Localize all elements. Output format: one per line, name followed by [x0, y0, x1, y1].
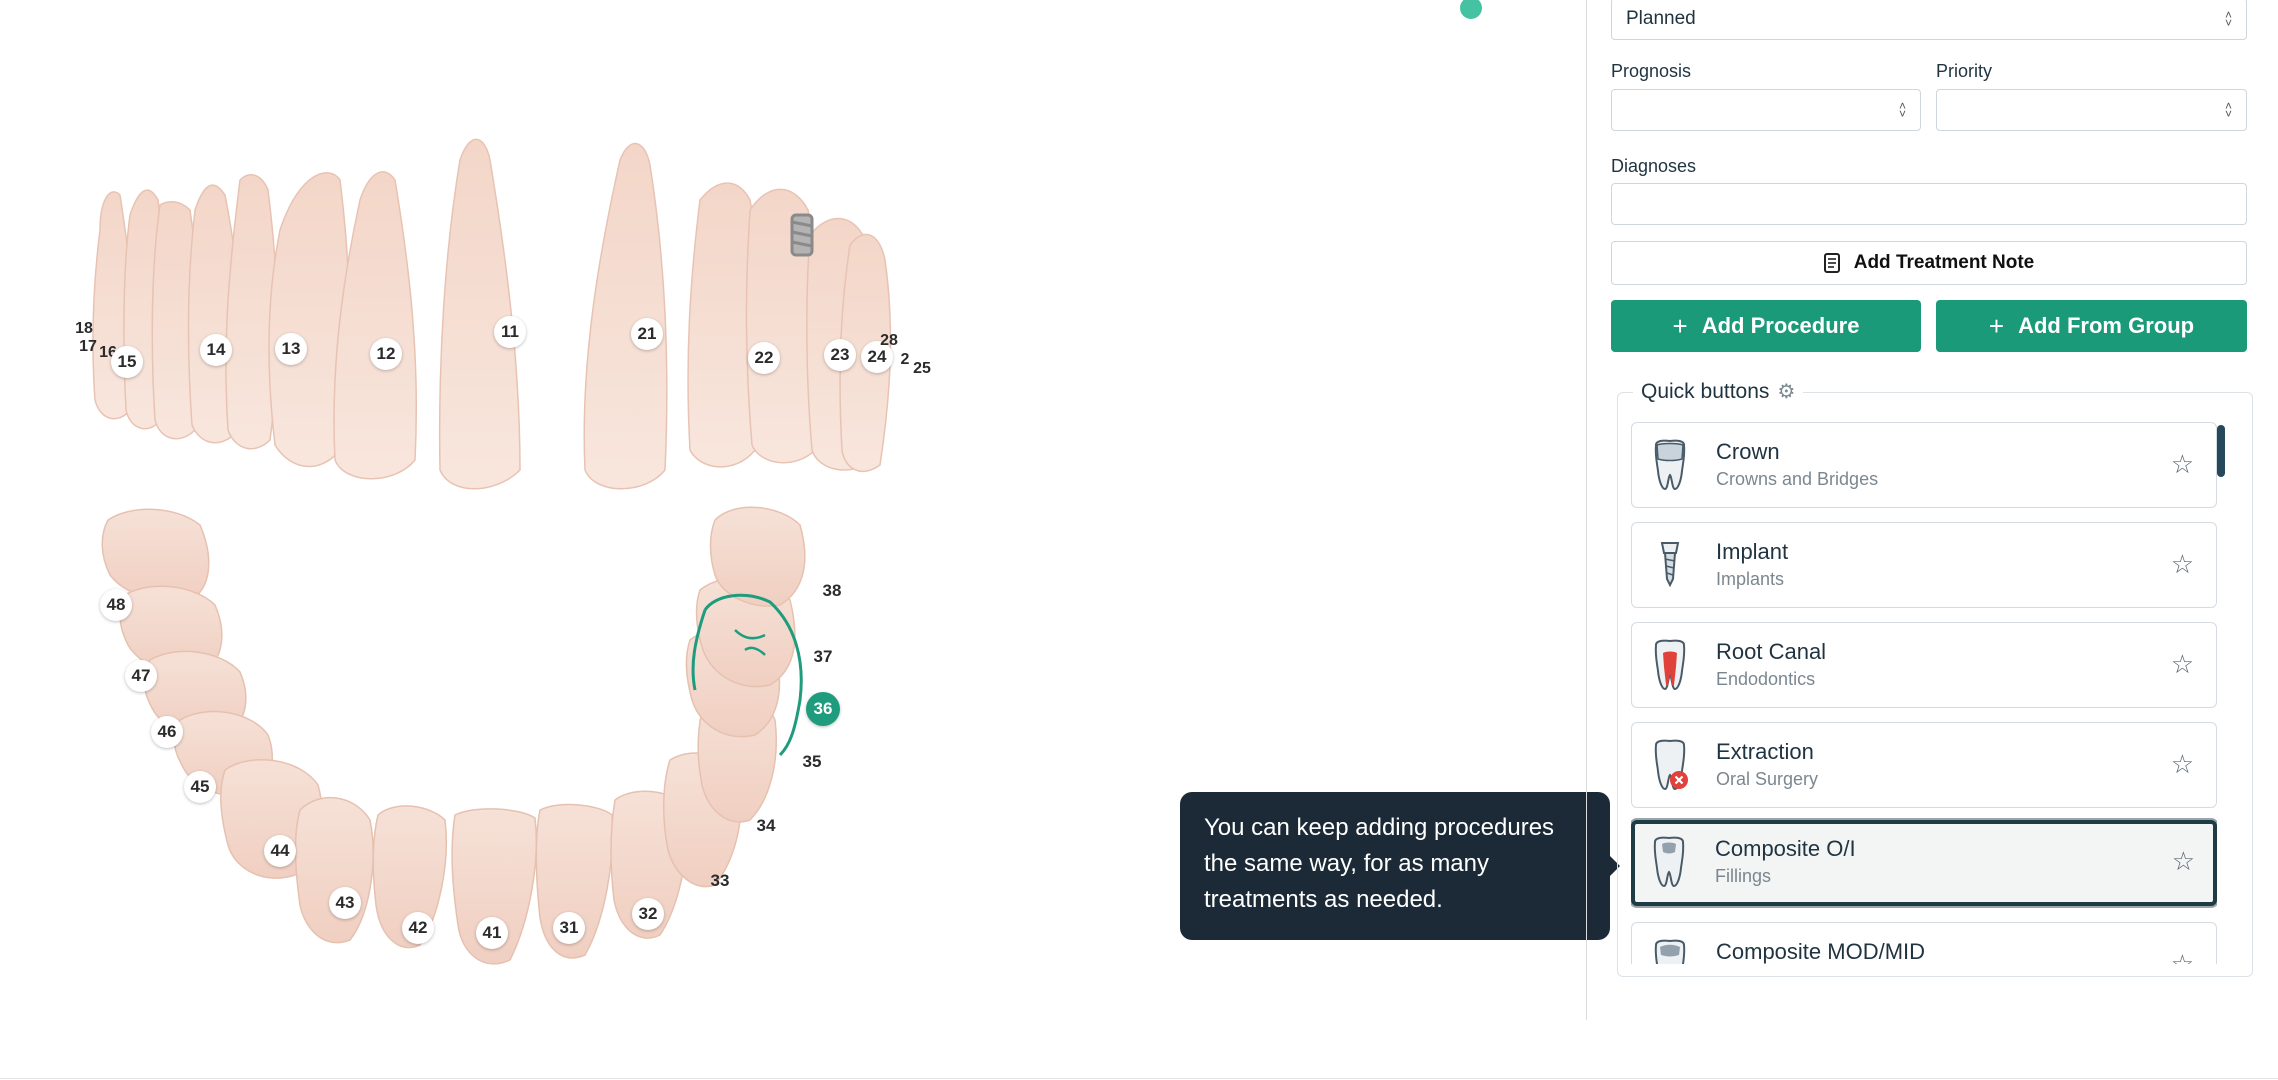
- prognosis-select[interactable]: ˄ ˅: [1611, 89, 1921, 131]
- status-select-value: Planned: [1626, 8, 1696, 29]
- filling-icon: [1654, 939, 1686, 964]
- tooth-label-48[interactable]: 48: [100, 589, 132, 621]
- status-select[interactable]: Planned ˄ ˅: [1611, 0, 2247, 40]
- crown-tooth-icon: [1654, 439, 1686, 491]
- tooth-label-21[interactable]: 21: [631, 318, 663, 350]
- select-chevron-icon: ˄ ˅: [1898, 99, 1906, 121]
- tooth-label-37[interactable]: 37: [814, 647, 833, 667]
- upper-arch: [92, 138, 892, 490]
- add-treatment-note-button[interactable]: Add Treatment Note: [1611, 241, 2247, 285]
- tooth-label-44[interactable]: 44: [264, 835, 296, 867]
- tooth-label-42[interactable]: 42: [402, 912, 434, 944]
- tooth-label-2[interactable]: 2: [901, 351, 910, 369]
- tooth-label-46[interactable]: 46: [151, 716, 183, 748]
- tooth-label-33[interactable]: 33: [711, 871, 730, 891]
- quick-button-name: Composite O/I: [1715, 836, 1856, 861]
- quick-button-composite-mod[interactable]: Composite MOD/MID ☆: [1631, 922, 2217, 964]
- quick-button-crown[interactable]: Crown Crowns and Bridges ☆: [1631, 422, 2217, 508]
- root-canal-icon: [1654, 639, 1686, 691]
- quick-buttons-title: Quick buttons ⚙: [1633, 379, 1804, 404]
- diagnoses-input[interactable]: [1611, 183, 2247, 225]
- star-icon[interactable]: ☆: [2171, 451, 2194, 477]
- add-treatment-note-label: Add Treatment Note: [1853, 252, 2035, 273]
- add-from-group-button[interactable]: + Add From Group: [1936, 300, 2247, 352]
- quick-button-composite-oi[interactable]: Composite O/I Fillings ☆: [1631, 820, 2217, 906]
- tooth-label-38[interactable]: 38: [823, 581, 842, 601]
- quick-button-category: Crowns and Bridges: [1716, 469, 1879, 489]
- tooth-label-12[interactable]: 12: [370, 338, 402, 370]
- star-icon[interactable]: ☆: [2171, 951, 2194, 964]
- note-icon: [1823, 253, 1840, 273]
- quick-button-root-canal[interactable]: Root Canal Endodontics ☆: [1631, 622, 2217, 708]
- tooth-label-23[interactable]: 23: [824, 339, 856, 371]
- status-dot: [1460, 0, 1482, 19]
- add-procedure-label: Add Procedure: [1701, 313, 1860, 338]
- priority-label: Priority: [1936, 61, 1993, 81]
- tooth-label-34[interactable]: 34: [757, 816, 776, 836]
- priority-select[interactable]: ˄ ˅: [1936, 89, 2247, 131]
- tooth-chart-graphic: [92, 138, 892, 965]
- quick-button-name: Implant: [1716, 539, 1789, 564]
- tooth-label-43[interactable]: 43: [329, 887, 361, 919]
- implant-icon: [1660, 542, 1680, 588]
- quick-button-category: Endodontics: [1716, 669, 1816, 689]
- add-procedure-button[interactable]: + Add Procedure: [1611, 300, 1921, 352]
- quick-buttons-list[interactable]: Crown Crowns and Bridges ☆ Implant Impla…: [1631, 420, 2217, 964]
- quick-button-category: Fillings: [1715, 866, 1772, 886]
- quick-button-name: Root Canal: [1716, 639, 1827, 664]
- plus-icon: +: [1988, 310, 2005, 341]
- quick-button-name: Crown: [1716, 439, 1780, 464]
- extraction-icon: [1654, 739, 1688, 791]
- tooth-label-25[interactable]: 25: [913, 360, 931, 378]
- quick-button-extraction[interactable]: Extraction Oral Surgery ☆: [1631, 722, 2217, 808]
- quick-button-category: Oral Surgery: [1716, 769, 1819, 789]
- tooth-label-35[interactable]: 35: [803, 752, 822, 772]
- quick-button-name: Extraction: [1716, 739, 1814, 764]
- quick-buttons-scrollbar[interactable]: [2217, 425, 2225, 477]
- implant-screw: [790, 213, 814, 257]
- tooth-label-28[interactable]: 28: [880, 332, 898, 350]
- lower-arch: [101, 506, 806, 965]
- quick-button-implant[interactable]: Implant Implants ☆: [1631, 522, 2217, 608]
- star-icon[interactable]: ☆: [2171, 551, 2194, 577]
- quick-buttons-title-text: Quick buttons: [1641, 379, 1770, 403]
- tooth-label-45[interactable]: 45: [184, 771, 216, 803]
- tooth-label-13[interactable]: 13: [275, 333, 307, 365]
- tooth-label-18[interactable]: 18: [75, 320, 93, 338]
- prognosis-label: Prognosis: [1611, 61, 1692, 81]
- star-icon[interactable]: ☆: [2171, 751, 2194, 777]
- tooth-label-41[interactable]: 41: [476, 917, 508, 949]
- tooth-label-14[interactable]: 14: [200, 334, 232, 366]
- select-chevron-icon: ˄ ˅: [2224, 8, 2232, 30]
- add-from-group-label: Add From Group: [2018, 313, 2195, 338]
- gear-icon[interactable]: ⚙: [1777, 379, 1795, 404]
- onboarding-tooltip: You can keep adding procedures the same …: [1180, 792, 1610, 940]
- tooltip-text: You can keep adding procedures the same …: [1204, 814, 1555, 913]
- diagnoses-label: Diagnoses: [1611, 156, 1697, 176]
- star-icon[interactable]: ☆: [2172, 848, 2195, 874]
- procedure-panel: Planned ˄ ˅ Prognosis ˄ ˅ Priority ˄ ˅ Diag…: [1586, 0, 2278, 1020]
- tooth-label-32[interactable]: 32: [632, 898, 664, 930]
- tooth-label-36[interactable]: 36: [806, 692, 840, 726]
- quick-button-category: Implants: [1716, 569, 1785, 589]
- quick-button-name: Composite MOD/MID: [1716, 939, 1926, 964]
- tooth-label-15[interactable]: 15: [111, 346, 143, 378]
- tooth-label-22[interactable]: 22: [748, 342, 780, 374]
- filling-icon: [1653, 836, 1685, 888]
- tooth-label-47[interactable]: 47: [125, 660, 157, 692]
- select-chevron-icon: ˄ ˅: [2224, 99, 2232, 121]
- bottom-divider: [0, 1078, 2278, 1079]
- tooth-label-31[interactable]: 31: [553, 912, 585, 944]
- tooth-label-11[interactable]: 11: [494, 316, 526, 348]
- star-icon[interactable]: ☆: [2171, 651, 2194, 677]
- tooth-label-17[interactable]: 17: [79, 338, 97, 356]
- plus-icon: +: [1672, 310, 1688, 341]
